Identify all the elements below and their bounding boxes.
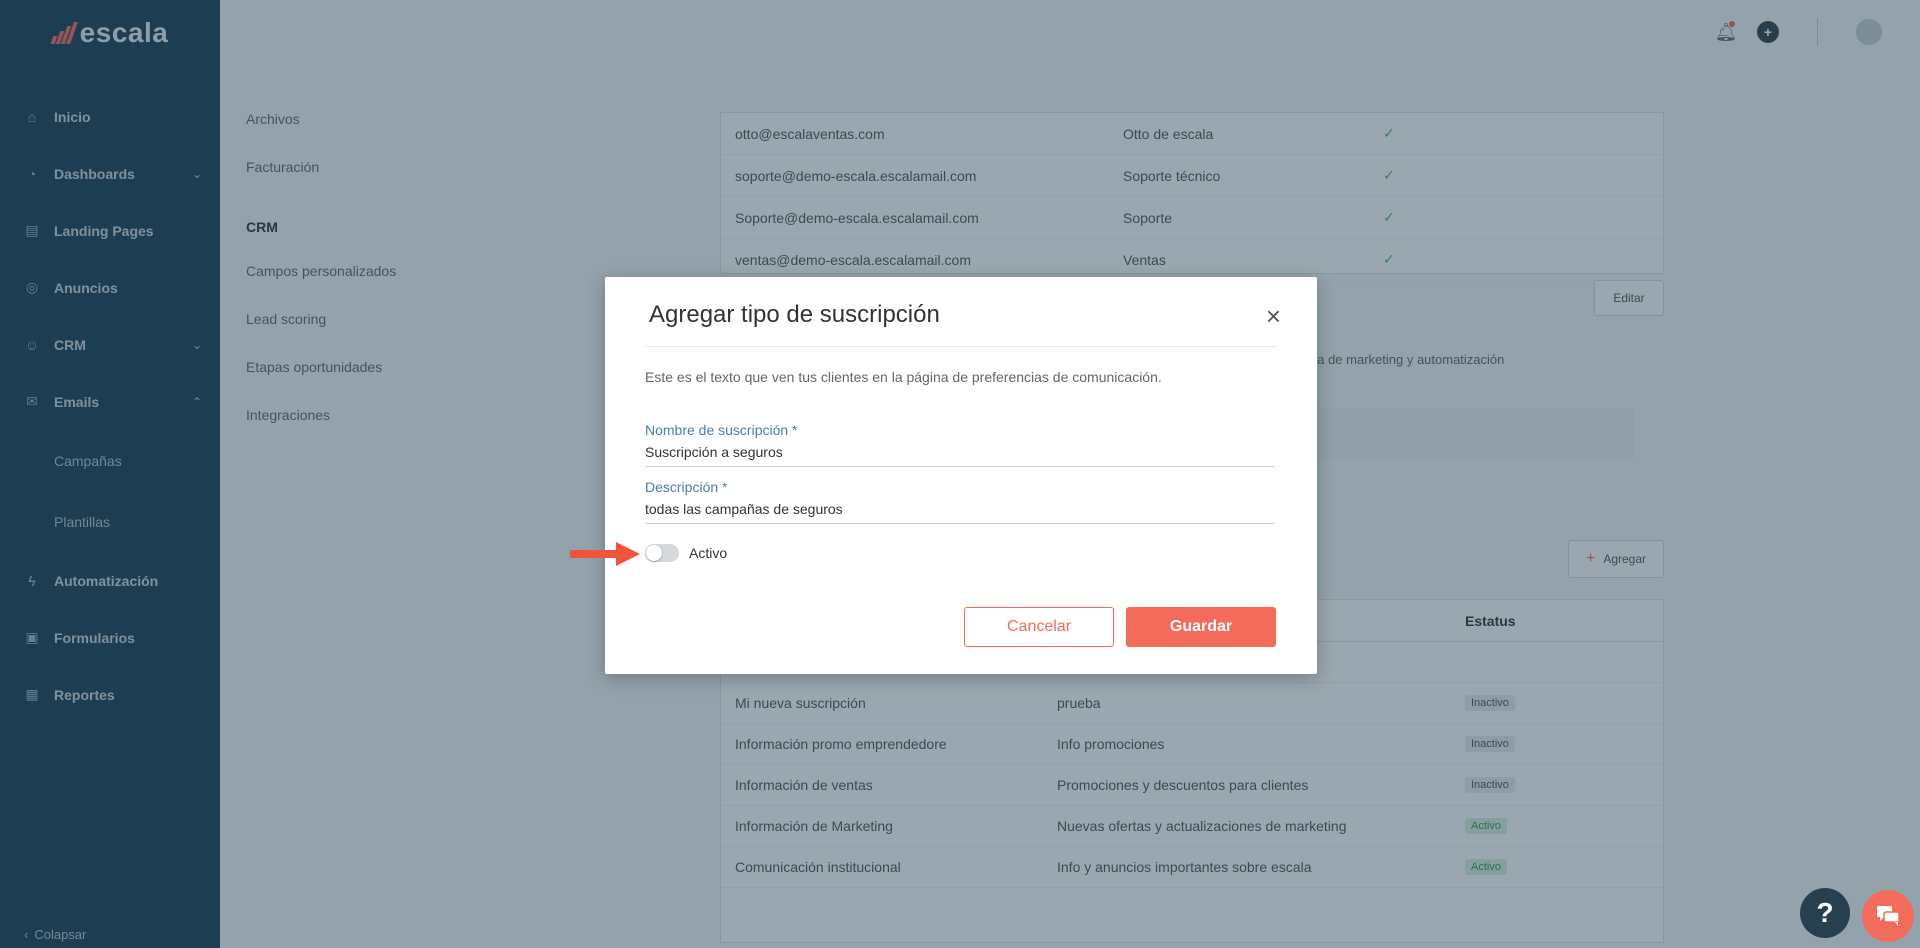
modal-description: Este es el texto que ven tus clientes en…	[645, 369, 1162, 385]
save-button[interactable]: Guardar	[1126, 607, 1276, 647]
divider	[645, 346, 1277, 347]
chat-icon[interactable]	[1862, 890, 1914, 942]
toggle-knob	[646, 545, 662, 561]
subscription-name-input[interactable]	[645, 444, 1275, 467]
active-label: Activo	[689, 545, 728, 561]
modal-title: Agregar tipo de suscripción	[649, 301, 940, 328]
annotation-arrow-icon	[570, 542, 640, 566]
active-toggle-row: Activo	[645, 544, 727, 562]
subscription-name-label: Nombre de suscripción *	[645, 422, 798, 438]
active-toggle[interactable]	[645, 544, 679, 562]
add-subscription-modal: Agregar tipo de suscripción × Este es el…	[605, 277, 1317, 674]
help-button[interactable]: ?	[1800, 888, 1850, 938]
close-icon[interactable]: ×	[1266, 303, 1281, 329]
chat-bubbles-icon	[1877, 906, 1900, 926]
description-label: Descripción *	[645, 479, 728, 495]
subscription-name-field: Nombre de suscripción *	[645, 422, 1275, 467]
cancel-button[interactable]: Cancelar	[964, 607, 1114, 647]
description-field: Descripción *	[645, 479, 1275, 524]
description-input[interactable]	[645, 501, 1275, 524]
